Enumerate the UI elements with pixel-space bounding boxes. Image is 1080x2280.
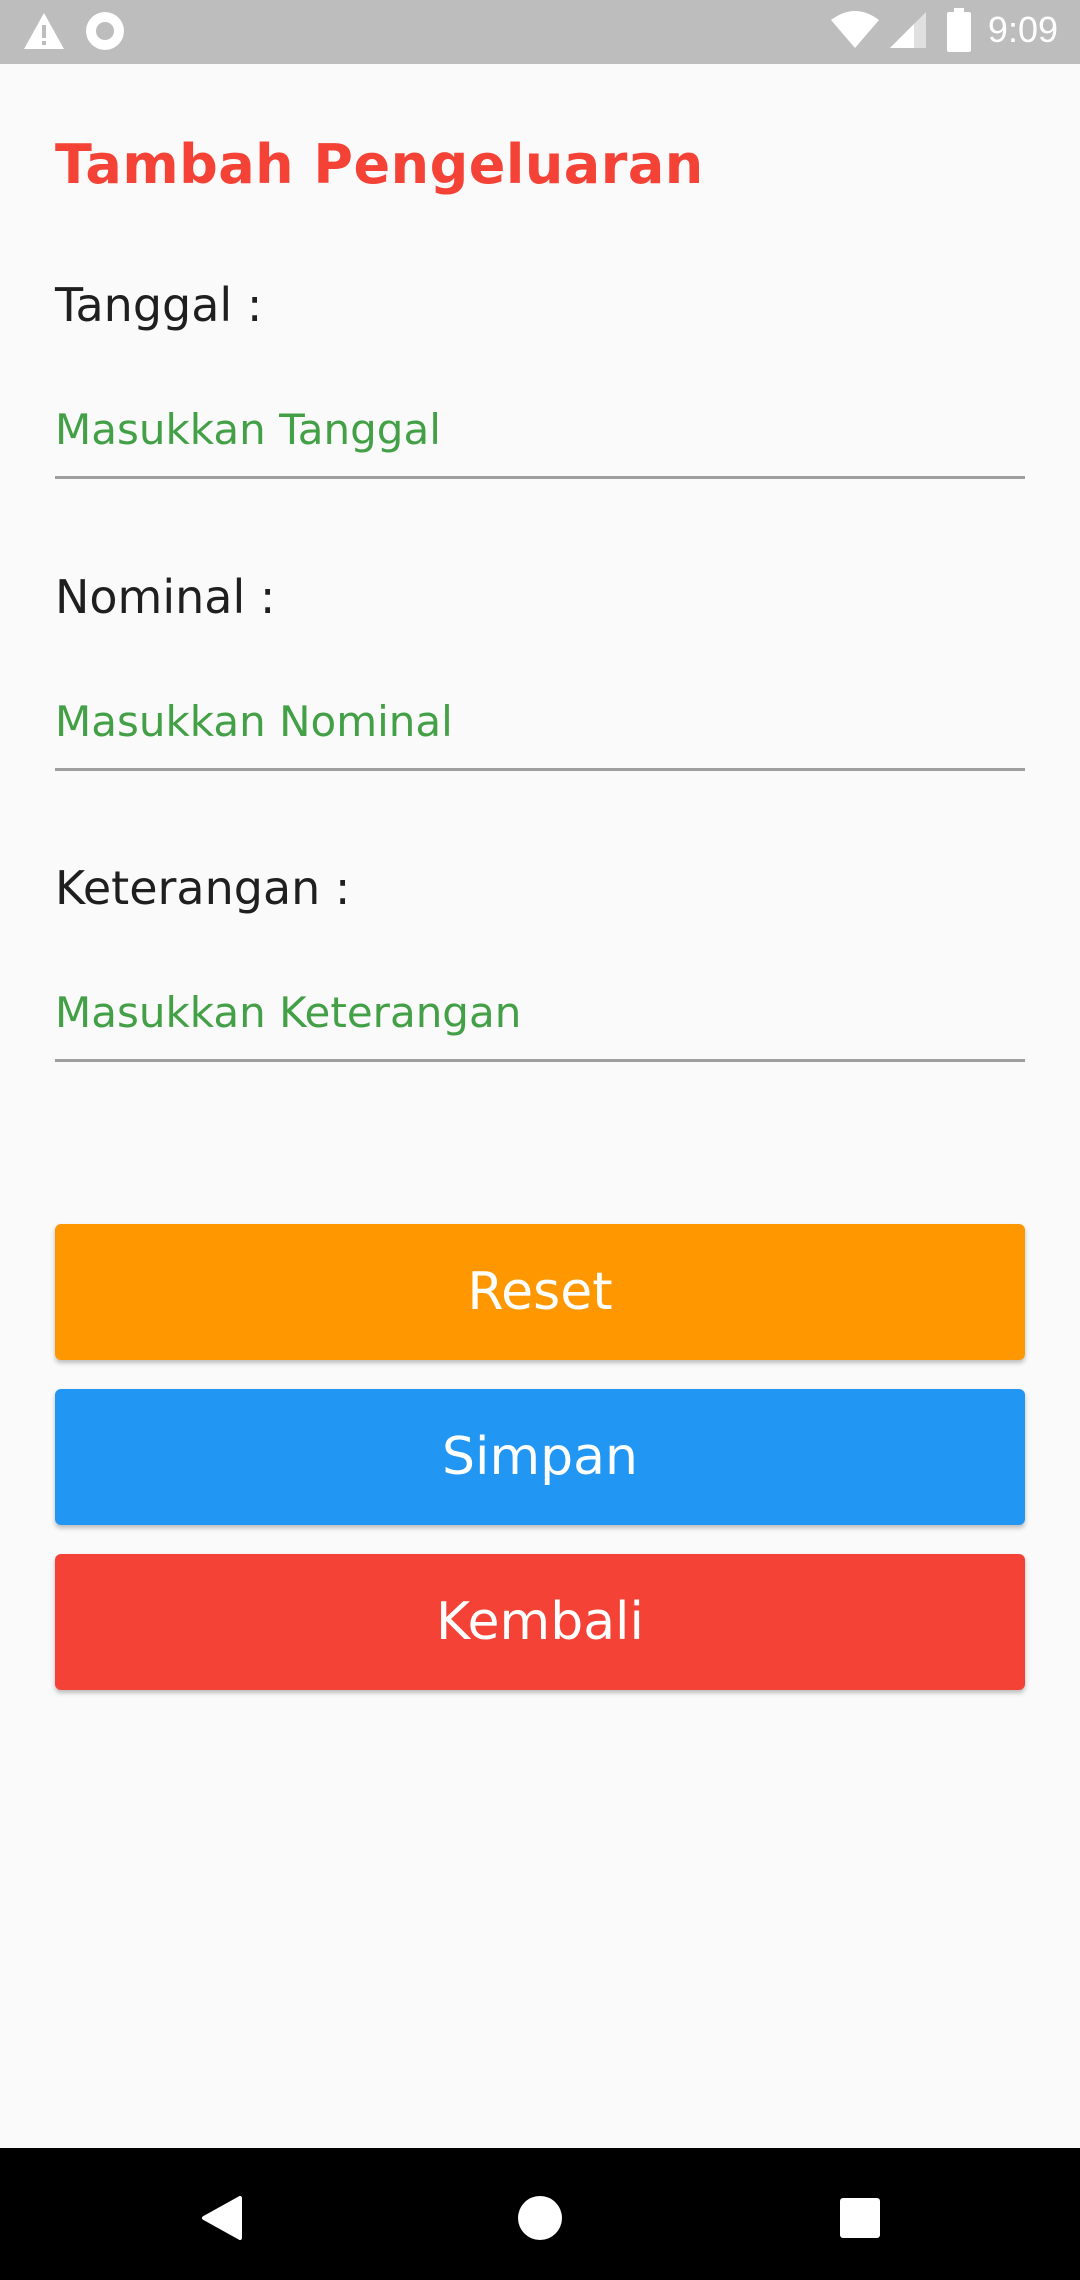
home-icon[interactable] [510,2188,570,2248]
navigation-bar [0,2148,1080,2280]
amount-field-group: Nominal : [55,567,1025,771]
status-bar: 9:09 [0,0,1080,64]
wifi-icon [830,10,880,50]
date-input[interactable] [55,383,1025,479]
battery-icon [946,8,972,52]
amount-input[interactable] [55,675,1025,771]
save-button[interactable]: Simpan [55,1389,1025,1525]
circle-icon [84,10,126,52]
reset-button[interactable]: Reset [55,1224,1025,1360]
expense-form: Tambah Pengeluaran Tanggal : Nominal : K… [55,130,1025,1690]
page-title: Tambah Pengeluaran [55,133,704,196]
amount-label: Nominal : [55,570,276,624]
description-label: Keterangan : [55,861,351,915]
warning-icon [22,11,66,51]
signal-icon [888,10,928,50]
date-label: Tanggal : [55,278,263,332]
description-input[interactable] [55,966,1025,1062]
date-field-group: Tanggal : [55,275,1025,479]
back-button[interactable]: Kembali [55,1554,1025,1690]
back-icon[interactable] [192,2188,252,2248]
recents-icon[interactable] [830,2188,890,2248]
description-field-group: Keterangan : [55,858,1025,1062]
status-time: 9:09 [987,9,1058,50]
